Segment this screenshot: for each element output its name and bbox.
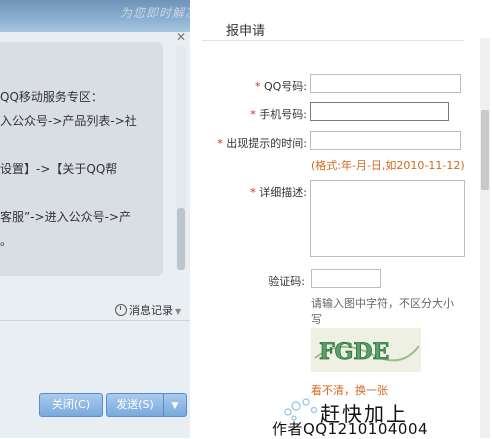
send-button[interactable]: 发送(S) (106, 393, 164, 417)
captcha-hint: 请输入图中字符，不区分大小写 (311, 297, 454, 326)
chat-header: 为您即时解决各类问题 (0, 0, 249, 32)
input-divider (0, 320, 190, 321)
time-label: * 出现提示的时间: (217, 137, 307, 150)
date-format-hint: (格式:年-月-日,如2010-11-12) (311, 159, 465, 172)
form-scrollbar-thumb[interactable] (481, 110, 489, 190)
chat-window: 为您即时解决各类问题 ✕ QQ移动服务专区： 入公众号->产品列表->社 设置】… (0, 0, 249, 438)
watermark-sub: 作者QQ1210104004 (272, 420, 429, 438)
send-options-button[interactable]: ▼ (163, 393, 187, 417)
chevron-down-icon: ▼ (171, 401, 179, 411)
message-line: 设置】->【关于QQ帮 (0, 162, 118, 176)
detail-textarea[interactable] (310, 180, 465, 257)
message-history-button[interactable]: 消息记录 ▼ (115, 302, 181, 318)
title-divider (202, 40, 464, 41)
captcha-graphic: FGDE (311, 328, 421, 372)
close-icon[interactable]: ✕ (176, 30, 186, 44)
qq-input[interactable] (310, 74, 461, 93)
time-input[interactable] (310, 131, 461, 150)
message-line: 客服”->进入公众号->产 (0, 210, 131, 224)
phone-input[interactable] (310, 102, 449, 121)
chevron-down-icon: ▼ (175, 307, 182, 316)
clock-icon (115, 304, 127, 316)
detail-label: * 详细描述: (250, 186, 307, 199)
phone-label: * 手机号码: (250, 108, 307, 121)
form-title: 报申请 (226, 24, 266, 39)
message-line: 入公众号->产品列表->社 (0, 114, 137, 128)
chat-scrollbar-thumb[interactable] (177, 208, 185, 270)
captcha-input[interactable] (311, 269, 381, 288)
message-line: 。 (0, 234, 13, 248)
captcha-label: 验证码: (268, 275, 305, 288)
form-scrollbar[interactable] (480, 38, 490, 438)
message-line: QQ移动服务专区： (0, 90, 103, 104)
history-label: 消息记录 (129, 304, 173, 317)
report-form: 报申请 * QQ号码: * 手机号码: * 出现提示的时间: (格式:年-月-日… (190, 0, 492, 438)
qq-label: * QQ号码: (254, 80, 307, 93)
message-bubble: QQ移动服务专区： 入公众号->产品列表->社 设置】->【关于QQ帮 客服”-… (0, 42, 163, 276)
captcha-image[interactable]: FGDE (311, 328, 421, 372)
svg-text:FGDE: FGDE (319, 339, 389, 365)
close-button[interactable]: 关闭(C) (39, 393, 103, 417)
